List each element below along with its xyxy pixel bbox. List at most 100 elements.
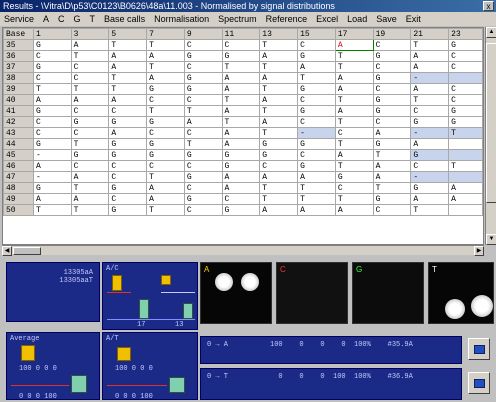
grid-cell[interactable]: G: [146, 149, 185, 161]
grid-cell[interactable]: C: [32, 72, 72, 84]
grid-cell[interactable]: A: [146, 72, 185, 84]
grid-cell[interactable]: C: [183, 160, 223, 172]
grid-cell[interactable]: G: [146, 116, 185, 128]
grid-cell[interactable]: G: [108, 149, 148, 161]
grid-cell[interactable]: C: [108, 105, 148, 117]
grid-cell[interactable]: G: [410, 116, 450, 128]
grid-cell[interactable]: G: [108, 138, 148, 150]
grid-cell[interactable]: G: [183, 83, 223, 95]
grid-cell[interactable]: A: [372, 171, 412, 183]
row-header[interactable]: 37: [3, 61, 34, 73]
base-call-grid[interactable]: Base 1 3 5 7 9 11 13 15 17 19 21 23 35 G A T T C C T C A C T G 36…: [2, 27, 484, 245]
column-header-base[interactable]: Base: [3, 28, 34, 40]
grid-cell[interactable]: T: [334, 94, 374, 106]
grid-cell[interactable]: A: [410, 61, 450, 73]
grid-cell[interactable]: G: [70, 116, 110, 128]
grid-cell[interactable]: -: [32, 149, 72, 161]
grid-cell[interactable]: C: [221, 39, 261, 51]
grid-cell[interactable]: G: [32, 182, 72, 194]
grid-cell[interactable]: A: [108, 61, 148, 73]
grid-cell[interactable]: A: [448, 193, 483, 205]
grid-cell[interactable]: T: [334, 50, 374, 62]
grid-cell[interactable]: C: [372, 61, 412, 73]
grid-cell[interactable]: G: [221, 149, 261, 161]
column-header[interactable]: 13: [259, 28, 299, 40]
grid-cell[interactable]: T: [183, 138, 223, 150]
grid-cell[interactable]: G: [32, 138, 72, 150]
grid-cell[interactable]: A: [221, 72, 261, 84]
grid-cell[interactable]: [448, 149, 483, 161]
grid-cell[interactable]: T: [448, 160, 483, 172]
grid-cell[interactable]: A: [221, 83, 261, 95]
grid-cell[interactable]: T: [70, 182, 110, 194]
menu-service[interactable]: Service: [4, 14, 34, 24]
grid-cell[interactable]: T: [372, 182, 412, 194]
grid-cell[interactable]: [448, 138, 483, 150]
grid-cell[interactable]: C: [448, 83, 483, 95]
grid-cell[interactable]: C: [146, 127, 185, 139]
grid-cell[interactable]: T: [108, 72, 148, 84]
grid-cell[interactable]: T: [410, 94, 450, 106]
grid-cell[interactable]: C: [372, 83, 412, 95]
grid-cell[interactable]: T: [259, 61, 299, 73]
grid-cell[interactable]: C: [448, 50, 483, 62]
grid-cell[interactable]: [448, 72, 483, 84]
grid-cell[interactable]: C: [70, 105, 110, 117]
row-header[interactable]: 47: [3, 171, 34, 183]
row-header[interactable]: 42: [3, 116, 34, 128]
menu-save[interactable]: Save: [376, 14, 397, 24]
grid-cell[interactable]: C: [70, 61, 110, 73]
column-header[interactable]: 23: [448, 28, 483, 40]
grid-cell[interactable]: G: [183, 193, 223, 205]
grid-cell[interactable]: C: [259, 160, 299, 172]
grid-cell[interactable]: G: [108, 116, 148, 128]
grid-cell[interactable]: C: [108, 160, 148, 172]
horizontal-scrollbar[interactable]: ◀ ▶: [2, 245, 484, 256]
grid-cell[interactable]: A: [146, 193, 185, 205]
grid-cell[interactable]: A: [410, 83, 450, 95]
row-header[interactable]: 49: [3, 193, 34, 205]
column-header[interactable]: 9: [183, 28, 223, 40]
grid-cell[interactable]: A: [108, 50, 148, 62]
grid-cell[interactable]: A: [410, 50, 450, 62]
grid-cell[interactable]: G: [334, 171, 374, 183]
grid-cell[interactable]: T: [146, 39, 185, 51]
grid-cell[interactable]: G: [32, 39, 72, 51]
row-header[interactable]: 38: [3, 72, 34, 84]
grid-cell[interactable]: G: [146, 138, 185, 150]
grid-cell[interactable]: A: [221, 138, 261, 150]
grid-cell[interactable]: A: [410, 138, 450, 150]
vertical-scrollbar[interactable]: ▲ ▼: [485, 27, 496, 245]
grid-cell[interactable]: C: [32, 127, 72, 139]
grid-cell[interactable]: T: [32, 204, 72, 216]
grid-cell[interactable]: T: [146, 171, 185, 183]
menu-t[interactable]: T: [90, 14, 96, 24]
grid-cell[interactable]: T: [372, 149, 412, 161]
grid-cell[interactable]: A: [297, 204, 336, 216]
menu-excel[interactable]: Excel: [316, 14, 338, 24]
grid-cell[interactable]: T: [259, 105, 299, 117]
grid-cell[interactable]: A: [334, 149, 374, 161]
grid-cell[interactable]: T: [334, 160, 374, 172]
grid-cell[interactable]: G: [183, 149, 223, 161]
scroll-thumb[interactable]: [486, 43, 496, 203]
grid-cell[interactable]: T: [183, 105, 223, 117]
grid-cell[interactable]: G: [372, 105, 412, 117]
grid-cell[interactable]: C: [334, 127, 374, 139]
grid-cell[interactable]: A: [334, 105, 374, 117]
grid-cell[interactable]: C: [448, 61, 483, 73]
grid-cell[interactable]: C: [70, 127, 110, 139]
grid-cell[interactable]: -: [410, 72, 450, 84]
grid-cell[interactable]: [448, 204, 483, 216]
grid-cell[interactable]: T: [259, 39, 299, 51]
grid-cell[interactable]: G: [259, 138, 299, 150]
scroll-down-icon[interactable]: ▼: [486, 234, 496, 245]
grid-cell[interactable]: C: [372, 116, 412, 128]
grid-cell[interactable]: G: [32, 105, 72, 117]
grid-cell[interactable]: A: [146, 50, 185, 62]
grid-cell[interactable]: G: [410, 149, 450, 161]
grid-cell[interactable]: G: [448, 116, 483, 128]
menu-spectrum[interactable]: Spectrum: [218, 14, 257, 24]
row-header[interactable]: 44: [3, 138, 34, 150]
scroll-right-icon[interactable]: ▶: [474, 246, 484, 256]
